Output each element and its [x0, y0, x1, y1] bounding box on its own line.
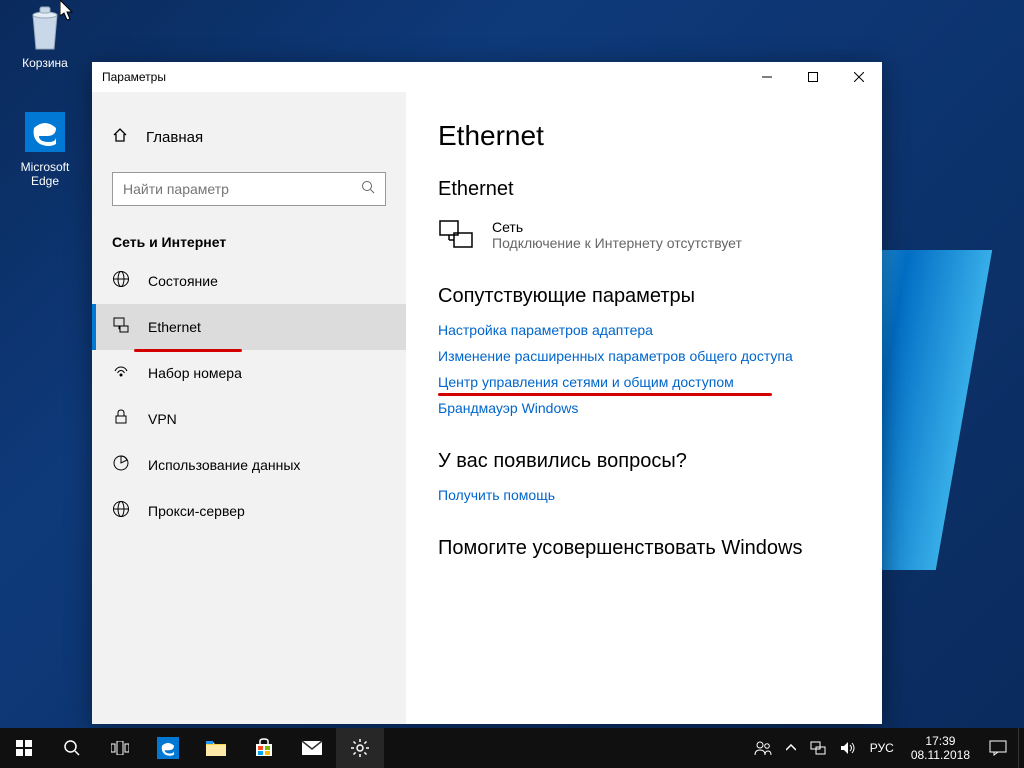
sidebar-item-dialup[interactable]: Набор номера: [92, 350, 406, 396]
clock-date: 08.11.2018: [911, 748, 970, 762]
tray-chevron-icon[interactable]: [783, 728, 799, 768]
sidebar-home[interactable]: Главная: [92, 114, 406, 160]
sidebar-item-status[interactable]: Состояние: [92, 258, 406, 304]
taskbar-settings[interactable]: [336, 728, 384, 768]
search-icon: [361, 180, 375, 199]
recycle-bin[interactable]: Корзина: [8, 4, 82, 70]
settings-window: Параметры Главная: [92, 62, 882, 724]
clock-time: 17:39: [925, 734, 955, 748]
volume-icon[interactable]: [837, 728, 859, 768]
connection-icon: [438, 219, 474, 249]
sidebar-item-label: Состояние: [148, 273, 218, 289]
sidebar-item-label: Набор номера: [148, 365, 242, 381]
connection-name: Сеть: [492, 219, 742, 235]
connection-status: Подключение к Интернету отсутствует: [492, 235, 742, 251]
sidebar-section-header: Сеть и Интернет: [92, 216, 406, 258]
annotation-underline: [438, 393, 772, 396]
action-center-button[interactable]: [978, 728, 1018, 768]
minimize-button[interactable]: [744, 62, 790, 92]
recycle-bin-label: Корзина: [22, 56, 68, 70]
main-panel: Ethernet Ethernet Сеть Подключение к Инт…: [406, 92, 882, 724]
taskbar-clock[interactable]: 17:39 08.11.2018: [903, 728, 978, 768]
link-firewall[interactable]: Брандмауэр Windows: [438, 400, 578, 416]
system-tray: РУС: [745, 728, 903, 768]
link-advanced-sharing[interactable]: Изменение расширенных параметров общего …: [438, 348, 793, 364]
taskbar-explorer[interactable]: [192, 728, 240, 768]
connection-row[interactable]: Сеть Подключение к Интернету отсутствует: [438, 219, 850, 251]
taskbar-store[interactable]: [240, 728, 288, 768]
link-adapter-settings[interactable]: Настройка параметров адаптера: [438, 322, 653, 338]
edge-label: Microsoft Edge: [21, 160, 70, 188]
improve-header: Помогите усовершенствовать Windows: [438, 537, 850, 560]
maximize-button[interactable]: [790, 62, 836, 92]
taskbar-mail[interactable]: [288, 728, 336, 768]
window-title: Параметры: [92, 70, 166, 84]
sidebar-item-ethernet[interactable]: Ethernet: [92, 304, 406, 350]
edge-icon: [21, 108, 69, 156]
people-icon[interactable]: [751, 728, 775, 768]
link-network-center[interactable]: Центр управления сетями и общим доступом: [438, 374, 734, 390]
close-button[interactable]: [836, 62, 882, 92]
status-icon: [112, 270, 130, 292]
vpn-icon: [112, 408, 130, 430]
sidebar-item-datausage[interactable]: Использование данных: [92, 442, 406, 488]
taskbar-search[interactable]: [48, 728, 96, 768]
link-get-help[interactable]: Получить помощь: [438, 487, 555, 503]
show-desktop-button[interactable]: [1018, 728, 1024, 768]
sidebar-item-label: Использование данных: [148, 457, 300, 473]
recycle-bin-icon: [21, 4, 69, 52]
related-header: Сопутствующие параметры: [438, 285, 850, 308]
sidebar-item-proxy[interactable]: Прокси-сервер: [92, 488, 406, 534]
sidebar-item-vpn[interactable]: VPN: [92, 396, 406, 442]
edge-shortcut[interactable]: Microsoft Edge: [8, 108, 82, 188]
sidebar-item-label: VPN: [148, 411, 177, 427]
ethernet-icon: [112, 316, 130, 338]
proxy-icon: [112, 500, 130, 522]
questions-header: У вас появились вопросы?: [438, 450, 850, 473]
taskbar-edge[interactable]: [144, 728, 192, 768]
page-title: Ethernet: [438, 120, 850, 152]
task-view-button[interactable]: [96, 728, 144, 768]
datausage-icon: [112, 454, 130, 476]
dialup-icon: [112, 362, 130, 384]
sidebar-item-label: Прокси-сервер: [148, 503, 245, 519]
titlebar[interactable]: Параметры: [92, 62, 882, 92]
subsection-title: Ethernet: [438, 178, 850, 201]
home-icon: [112, 127, 128, 147]
search-box[interactable]: [112, 172, 386, 206]
sidebar-item-label: Ethernet: [148, 319, 201, 335]
network-icon[interactable]: [807, 728, 829, 768]
taskbar: РУС 17:39 08.11.2018: [0, 728, 1024, 768]
sidebar-home-label: Главная: [146, 129, 203, 146]
sidebar: Главная Сеть и Интернет Состояние: [92, 92, 406, 724]
language-indicator[interactable]: РУС: [867, 728, 897, 768]
start-button[interactable]: [0, 728, 48, 768]
search-input[interactable]: [123, 181, 361, 197]
